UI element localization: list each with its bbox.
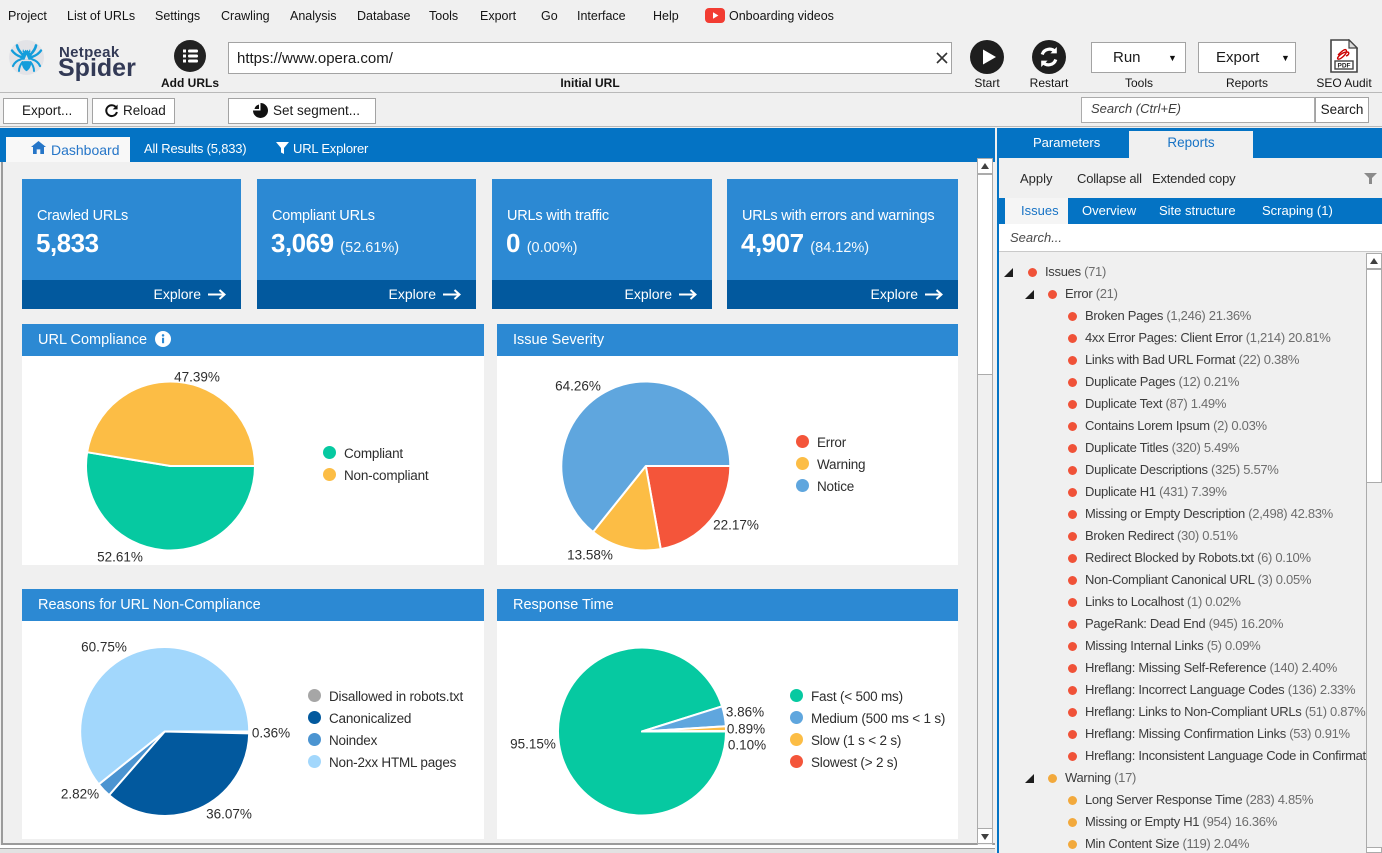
svg-text:PDF: PDF [1338,63,1351,70]
